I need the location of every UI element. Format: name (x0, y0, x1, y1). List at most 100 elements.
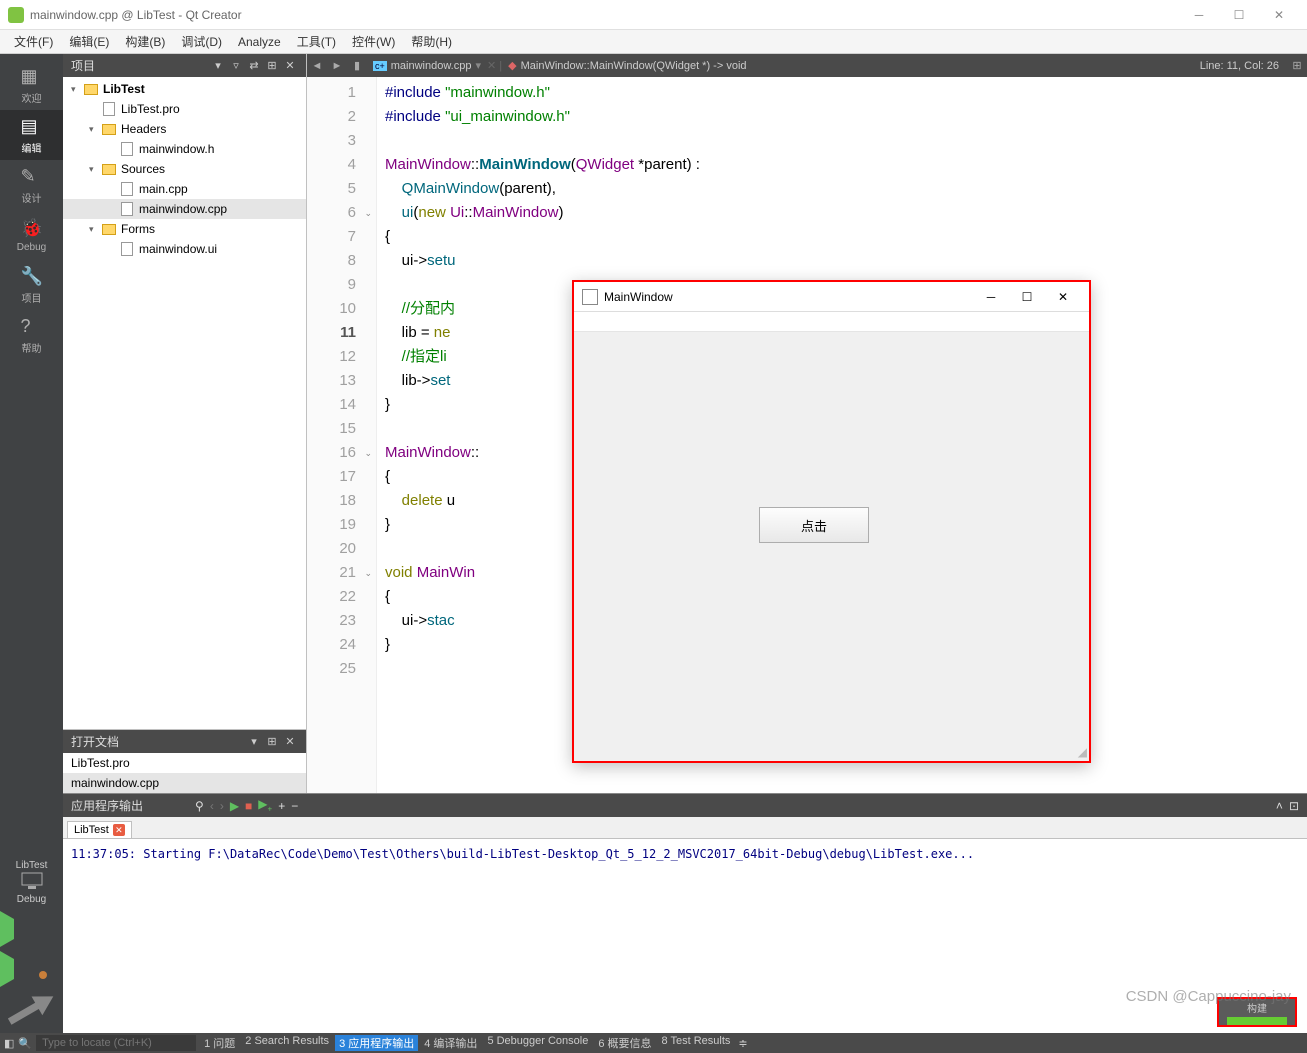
project-tree[interactable]: ▾LibTestLibTest.pro ▾ Headers mainwindow.h ▾… (63, 77, 306, 729)
popup-close-button[interactable]: ✕ (1045, 283, 1081, 311)
status-bar: ◧ 🔍 1 问题2 Search Results3 应用程序输出4 编译输出5 … (0, 1033, 1307, 1053)
status-pane[interactable]: 8 Test Results (658, 1035, 735, 1051)
file-crumb[interactable]: c+ mainwindow.cpp ▾ (367, 59, 487, 72)
locator-input[interactable] (36, 1035, 196, 1051)
filter-icon[interactable]: ⚲ (195, 799, 204, 813)
pencil-icon: ✎ (21, 166, 43, 188)
twisty-icon[interactable]: ▾ (89, 164, 101, 175)
popup-window[interactable]: MainWindow ─ ☐ ✕ 点击 ◢ (572, 280, 1091, 763)
dropdown-icon[interactable]: ▾ (210, 58, 226, 74)
output-tabs: LibTest ✕ (63, 817, 1307, 839)
menu-工具[interactable]: 工具(T) (289, 33, 344, 50)
popup-titlebar[interactable]: MainWindow ─ ☐ ✕ (574, 282, 1089, 312)
tree-label: Sources (121, 162, 165, 176)
tree-node[interactable]: mainwindow.ui (63, 239, 306, 259)
maximize-icon[interactable]: ⊡ (1289, 799, 1299, 813)
kit-selector[interactable]: LibTest Debug (16, 854, 48, 911)
click-button[interactable]: 点击 (759, 507, 869, 543)
popup-maximize-button[interactable]: ☐ (1009, 283, 1045, 311)
mode-设计[interactable]: ✎设计 (0, 160, 63, 210)
symbol-crumb[interactable]: ◆ MainWindow::MainWindow(QWidget *) -> v… (502, 59, 752, 72)
popup-minimize-button[interactable]: ─ (973, 283, 1009, 311)
status-pane[interactable]: 3 应用程序输出 (335, 1035, 418, 1051)
menu-文件[interactable]: 文件(F) (6, 33, 61, 50)
opendoc-item[interactable]: LibTest.pro (63, 753, 306, 773)
tree-node[interactable]: mainwindow.h (63, 139, 306, 159)
output-pane: 应用程序输出 ⚲ ‹ › ▶ ■ ▶+ + − ˄ ⊡ LibTest ✕ (63, 793, 1307, 1033)
mode-欢迎[interactable]: ▦欢迎 (0, 60, 63, 110)
output-text[interactable]: 11:37:05: Starting F:\DataRec\Code\Demo\… (63, 839, 1307, 1033)
split-icon[interactable]: ⊞ (264, 734, 280, 750)
stop-icon[interactable]: ■ (245, 799, 252, 813)
tree-label: mainwindow.h (139, 142, 214, 156)
search-icon: 🔍 (18, 1037, 32, 1050)
menu-analyze[interactable]: Analyze (230, 35, 289, 49)
wrench-icon: 🔧 (21, 266, 43, 288)
mode-项目[interactable]: 🔧项目 (0, 260, 63, 310)
nav-fwd-button[interactable]: ► (327, 56, 347, 76)
menu-调试[interactable]: 调试(D) (173, 33, 230, 50)
kit-name: LibTest (16, 860, 48, 871)
run-button[interactable] (0, 911, 63, 947)
menu-帮助[interactable]: 帮助(H) (403, 33, 460, 50)
split-editor-icon[interactable]: ⊞ (1287, 56, 1307, 76)
panes-dropdown-icon[interactable]: ≑ (738, 1037, 747, 1050)
twisty-icon[interactable]: ▾ (89, 224, 101, 235)
prev-icon[interactable]: ‹ (210, 799, 214, 813)
resize-grip-icon[interactable]: ◢ (1078, 745, 1087, 759)
tree-node[interactable]: mainwindow.cpp (63, 199, 306, 219)
tree-node[interactable]: main.cpp (63, 179, 306, 199)
attach-icon[interactable]: ▶+ (258, 797, 272, 813)
tree-node[interactable]: ▾LibTest (63, 79, 306, 99)
status-pane[interactable]: 2 Search Results (241, 1035, 333, 1051)
opendocs-list[interactable]: LibTest.promainwindow.cpp (63, 753, 306, 793)
close-tab-icon[interactable]: ✕ (113, 824, 125, 836)
minimize-button[interactable]: ─ (1179, 0, 1219, 30)
tree-node[interactable]: ▾ Headers (63, 119, 306, 139)
menu-构建[interactable]: 构建(B) (117, 33, 173, 50)
cursor-position: Line: 11, Col: 26 (1200, 60, 1287, 72)
collapse-icon[interactable]: ˄ (1276, 799, 1283, 813)
menu-控件[interactable]: 控件(W) (344, 33, 403, 50)
tree-node[interactable]: ▾ Sources (63, 159, 306, 179)
next-icon[interactable]: › (220, 799, 224, 813)
mode-bar: ▦欢迎▤编辑✎设计🐞Debug🔧项目?帮助 LibTest Debug (0, 54, 63, 1033)
split-icon[interactable]: ⊞ (264, 58, 280, 74)
bug-icon: 🐞 (21, 218, 43, 240)
function-icon: ◆ (508, 59, 516, 72)
remove-icon[interactable]: − (291, 799, 298, 813)
twisty-icon[interactable]: ▾ (89, 124, 101, 135)
mode-帮助[interactable]: ?帮助 (0, 310, 63, 360)
mode-Debug[interactable]: 🐞Debug (0, 210, 63, 260)
mode-编辑[interactable]: ▤编辑 (0, 110, 63, 160)
run-icon[interactable]: ▶ (230, 799, 239, 813)
sidebar-toggle-icon[interactable]: ◧ (4, 1037, 14, 1050)
menu-编辑[interactable]: 编辑(E) (61, 33, 117, 50)
tree-label: main.cpp (139, 182, 188, 196)
opendoc-item[interactable]: mainwindow.cpp (63, 773, 306, 793)
add-icon[interactable]: + (278, 799, 285, 813)
output-title: 应用程序输出 (71, 797, 143, 814)
twisty-icon[interactable]: ▾ (71, 84, 83, 95)
debug-run-button[interactable] (0, 951, 63, 987)
maximize-button[interactable]: ☐ (1219, 0, 1259, 30)
menu-bar: 文件(F)编辑(E)构建(B)调试(D)Analyze工具(T)控件(W)帮助(… (0, 30, 1307, 54)
status-pane[interactable]: 6 概要信息 (594, 1035, 655, 1051)
close-pane-icon[interactable]: ✕ (282, 734, 298, 750)
tree-label: Headers (121, 122, 166, 136)
tree-node[interactable]: LibTest.pro (63, 99, 306, 119)
status-pane[interactable]: 5 Debugger Console (483, 1035, 592, 1051)
status-pane[interactable]: 4 编译输出 (420, 1035, 481, 1051)
output-tab-libtest[interactable]: LibTest ✕ (67, 821, 132, 838)
filter-icon[interactable]: ▿ (228, 58, 244, 74)
dropdown-icon[interactable]: ▾ (246, 734, 262, 750)
tree-node[interactable]: ▾Forms (63, 219, 306, 239)
nav-back-button[interactable]: ◄ (307, 56, 327, 76)
link-icon[interactable]: ⇄ (246, 58, 262, 74)
status-pane[interactable]: 1 问题 (200, 1035, 239, 1051)
close-button[interactable]: ✕ (1259, 0, 1299, 30)
sidebar: 项目 ▾ ▿ ⇄ ⊞ ✕ ▾LibTestLibTest.pro▾Headers… (63, 54, 307, 793)
bookmark-icon[interactable]: ▮ (347, 56, 367, 76)
build-button[interactable] (0, 991, 63, 1027)
close-pane-icon[interactable]: ✕ (282, 58, 298, 74)
